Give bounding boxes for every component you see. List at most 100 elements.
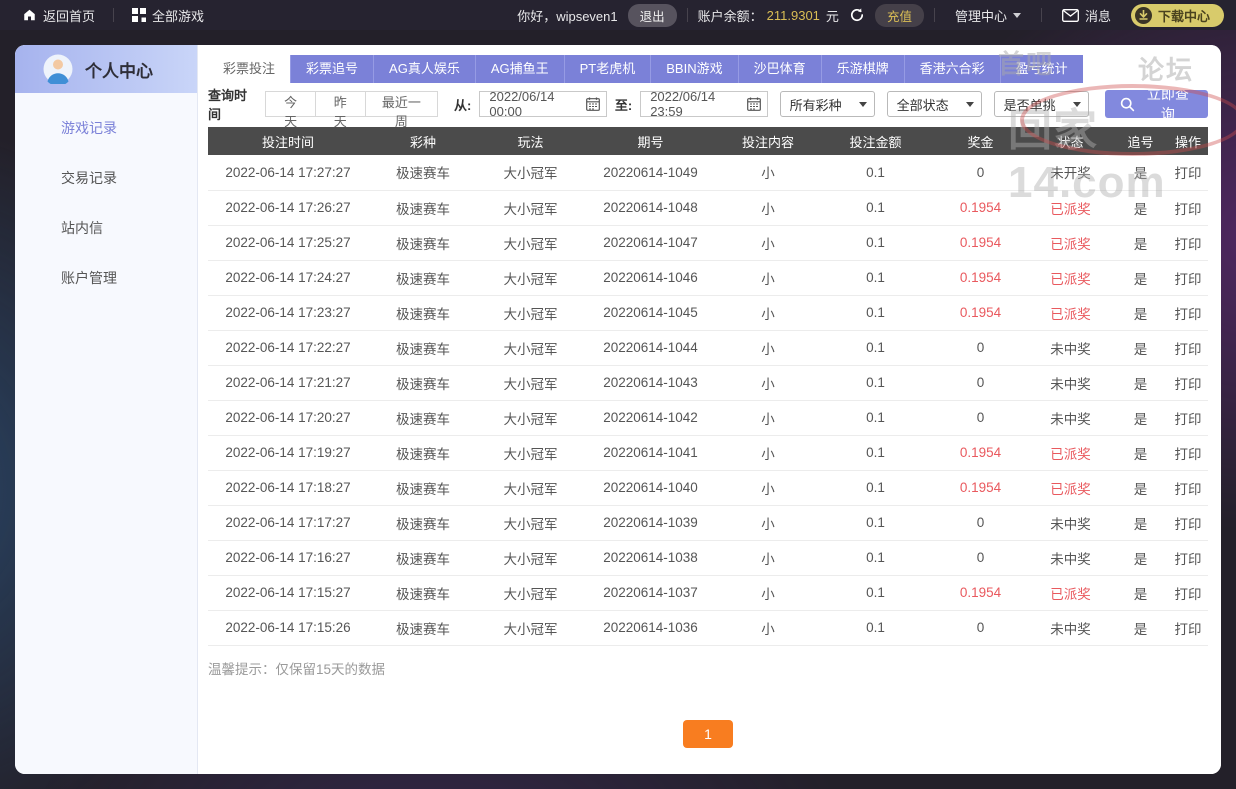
- cell-play: 大小冠军: [478, 470, 583, 505]
- filter-select-3[interactable]: 是否单挑: [994, 91, 1089, 117]
- cell-play: 大小冠军: [478, 365, 583, 400]
- calendar-icon[interactable]: [586, 97, 600, 111]
- tab-bar: 彩票投注彩票追号AG真人娱乐AG捕鱼王PT老虎机BBIN游戏沙巴体育乐游棋牌香港…: [208, 55, 1208, 83]
- cell-action[interactable]: 打印: [1168, 400, 1208, 435]
- cell-action[interactable]: 打印: [1168, 540, 1208, 575]
- cell-time: 2022-06-14 17:19:27: [208, 435, 368, 470]
- cell-issue: 20220614-1043: [583, 365, 718, 400]
- cell-content: 小: [718, 365, 818, 400]
- download-icon: [1135, 7, 1152, 24]
- quick-range-buttons: 今天昨天最近一周: [266, 91, 438, 117]
- balance-value: 211.9301: [767, 8, 820, 23]
- from-date-input[interactable]: 2022/06/14 00:00: [479, 91, 606, 117]
- refresh-icon[interactable]: [849, 7, 865, 23]
- tab-7[interactable]: 沙巴体育: [739, 55, 822, 83]
- cell-chase: 是: [1113, 540, 1168, 575]
- cell-issue: 20220614-1046: [583, 260, 718, 295]
- cell-time: 2022-06-14 17:20:27: [208, 400, 368, 435]
- cell-chase: 是: [1113, 400, 1168, 435]
- filter-select-2[interactable]: 全部状态: [887, 91, 982, 117]
- query-button[interactable]: 立即查询: [1105, 90, 1208, 118]
- to-label: 至:: [615, 95, 632, 114]
- cell-play: 大小冠军: [478, 330, 583, 365]
- cell-status: 未中奖: [1028, 330, 1113, 365]
- balance-label: 账户余额：: [698, 6, 763, 25]
- cell-amount: 0.1: [818, 540, 933, 575]
- column-header-5: 投注内容: [718, 127, 818, 155]
- cell-chase: 是: [1113, 260, 1168, 295]
- quick-range-button-3[interactable]: 最近一周: [365, 91, 438, 117]
- all-games-link[interactable]: 全部游戏: [122, 6, 214, 25]
- pagination: 1: [208, 720, 1208, 748]
- messages-link[interactable]: 消息: [1052, 6, 1121, 25]
- cell-amount: 0.1: [818, 470, 933, 505]
- tab-3[interactable]: AG真人娱乐: [374, 55, 476, 83]
- cell-action[interactable]: 打印: [1168, 330, 1208, 365]
- cell-action[interactable]: 打印: [1168, 365, 1208, 400]
- cell-chase: 是: [1113, 330, 1168, 365]
- cell-amount: 0.1: [818, 330, 933, 365]
- cell-prize: 0.1954: [933, 260, 1028, 295]
- cell-action[interactable]: 打印: [1168, 295, 1208, 330]
- cell-content: 小: [718, 540, 818, 575]
- cell-lottery: 极速赛车: [368, 155, 478, 190]
- cell-action[interactable]: 打印: [1168, 225, 1208, 260]
- admin-center-menu[interactable]: 管理中心: [945, 6, 1031, 25]
- content-area: 彩票投注彩票追号AG真人娱乐AG捕鱼王PT老虎机BBIN游戏沙巴体育乐游棋牌香港…: [198, 45, 1221, 774]
- quick-range-button-1[interactable]: 今天: [265, 91, 316, 117]
- tab-1[interactable]: 彩票投注: [208, 55, 291, 83]
- cell-action[interactable]: 打印: [1168, 610, 1208, 645]
- to-date-input[interactable]: 2022/06/14 23:59: [640, 91, 767, 117]
- tab-2[interactable]: 彩票追号: [291, 55, 374, 83]
- cell-issue: 20220614-1042: [583, 400, 718, 435]
- tab-6[interactable]: BBIN游戏: [651, 55, 738, 83]
- sidebar-item-3[interactable]: 站内信: [15, 203, 197, 253]
- cell-action[interactable]: 打印: [1168, 505, 1208, 540]
- cell-action[interactable]: 打印: [1168, 435, 1208, 470]
- cell-action[interactable]: 打印: [1168, 470, 1208, 505]
- column-header-9: 追号: [1113, 127, 1168, 155]
- cell-time: 2022-06-14 17:17:27: [208, 505, 368, 540]
- sidebar-item-4[interactable]: 账户管理: [15, 253, 197, 303]
- filter-selects: 所有彩种全部状态是否单挑: [768, 91, 1089, 117]
- cell-lottery: 极速赛车: [368, 470, 478, 505]
- tab-5[interactable]: PT老虎机: [565, 55, 652, 83]
- download-center-label: 下载中心: [1158, 6, 1210, 25]
- logout-button[interactable]: 退出: [628, 4, 677, 27]
- chevron-down-icon: [1013, 13, 1021, 18]
- column-header-7: 奖金: [933, 127, 1028, 155]
- cell-issue: 20220614-1047: [583, 225, 718, 260]
- tab-4[interactable]: AG捕鱼王: [476, 55, 565, 83]
- cell-action[interactable]: 打印: [1168, 190, 1208, 225]
- cell-content: 小: [718, 295, 818, 330]
- filter-select-1[interactable]: 所有彩种: [780, 91, 875, 117]
- cell-play: 大小冠军: [478, 540, 583, 575]
- cell-prize: 0.1954: [933, 435, 1028, 470]
- cell-lottery: 极速赛车: [368, 505, 478, 540]
- admin-center-label: 管理中心: [955, 6, 1007, 25]
- cell-issue: 20220614-1040: [583, 470, 718, 505]
- table-row: 2022-06-14 17:17:27极速赛车大小冠军20220614-1039…: [208, 505, 1208, 540]
- cell-action[interactable]: 打印: [1168, 260, 1208, 295]
- cell-amount: 0.1: [818, 435, 933, 470]
- cell-prize: 0: [933, 505, 1028, 540]
- cell-status: 已派奖: [1028, 470, 1113, 505]
- recharge-button[interactable]: 充值: [875, 4, 924, 27]
- cell-action[interactable]: 打印: [1168, 155, 1208, 190]
- sidebar-item-1[interactable]: 游戏记录: [15, 103, 197, 153]
- cell-issue: 20220614-1048: [583, 190, 718, 225]
- home-link[interactable]: 返回首页: [12, 6, 105, 25]
- calendar-icon[interactable]: [747, 97, 761, 111]
- cell-issue: 20220614-1049: [583, 155, 718, 190]
- sidebar-item-2[interactable]: 交易记录: [15, 153, 197, 203]
- cell-amount: 0.1: [818, 610, 933, 645]
- download-center-button[interactable]: 下载中心: [1131, 4, 1224, 27]
- tab-10[interactable]: 盈亏统计: [1001, 55, 1083, 83]
- cell-time: 2022-06-14 17:15:26: [208, 610, 368, 645]
- table-row: 2022-06-14 17:15:26极速赛车大小冠军20220614-1036…: [208, 610, 1208, 645]
- quick-range-button-2[interactable]: 昨天: [315, 91, 366, 117]
- tab-9[interactable]: 香港六合彩: [905, 55, 1001, 83]
- page-1-button[interactable]: 1: [683, 720, 733, 748]
- cell-action[interactable]: 打印: [1168, 575, 1208, 610]
- tab-8[interactable]: 乐游棋牌: [822, 55, 905, 83]
